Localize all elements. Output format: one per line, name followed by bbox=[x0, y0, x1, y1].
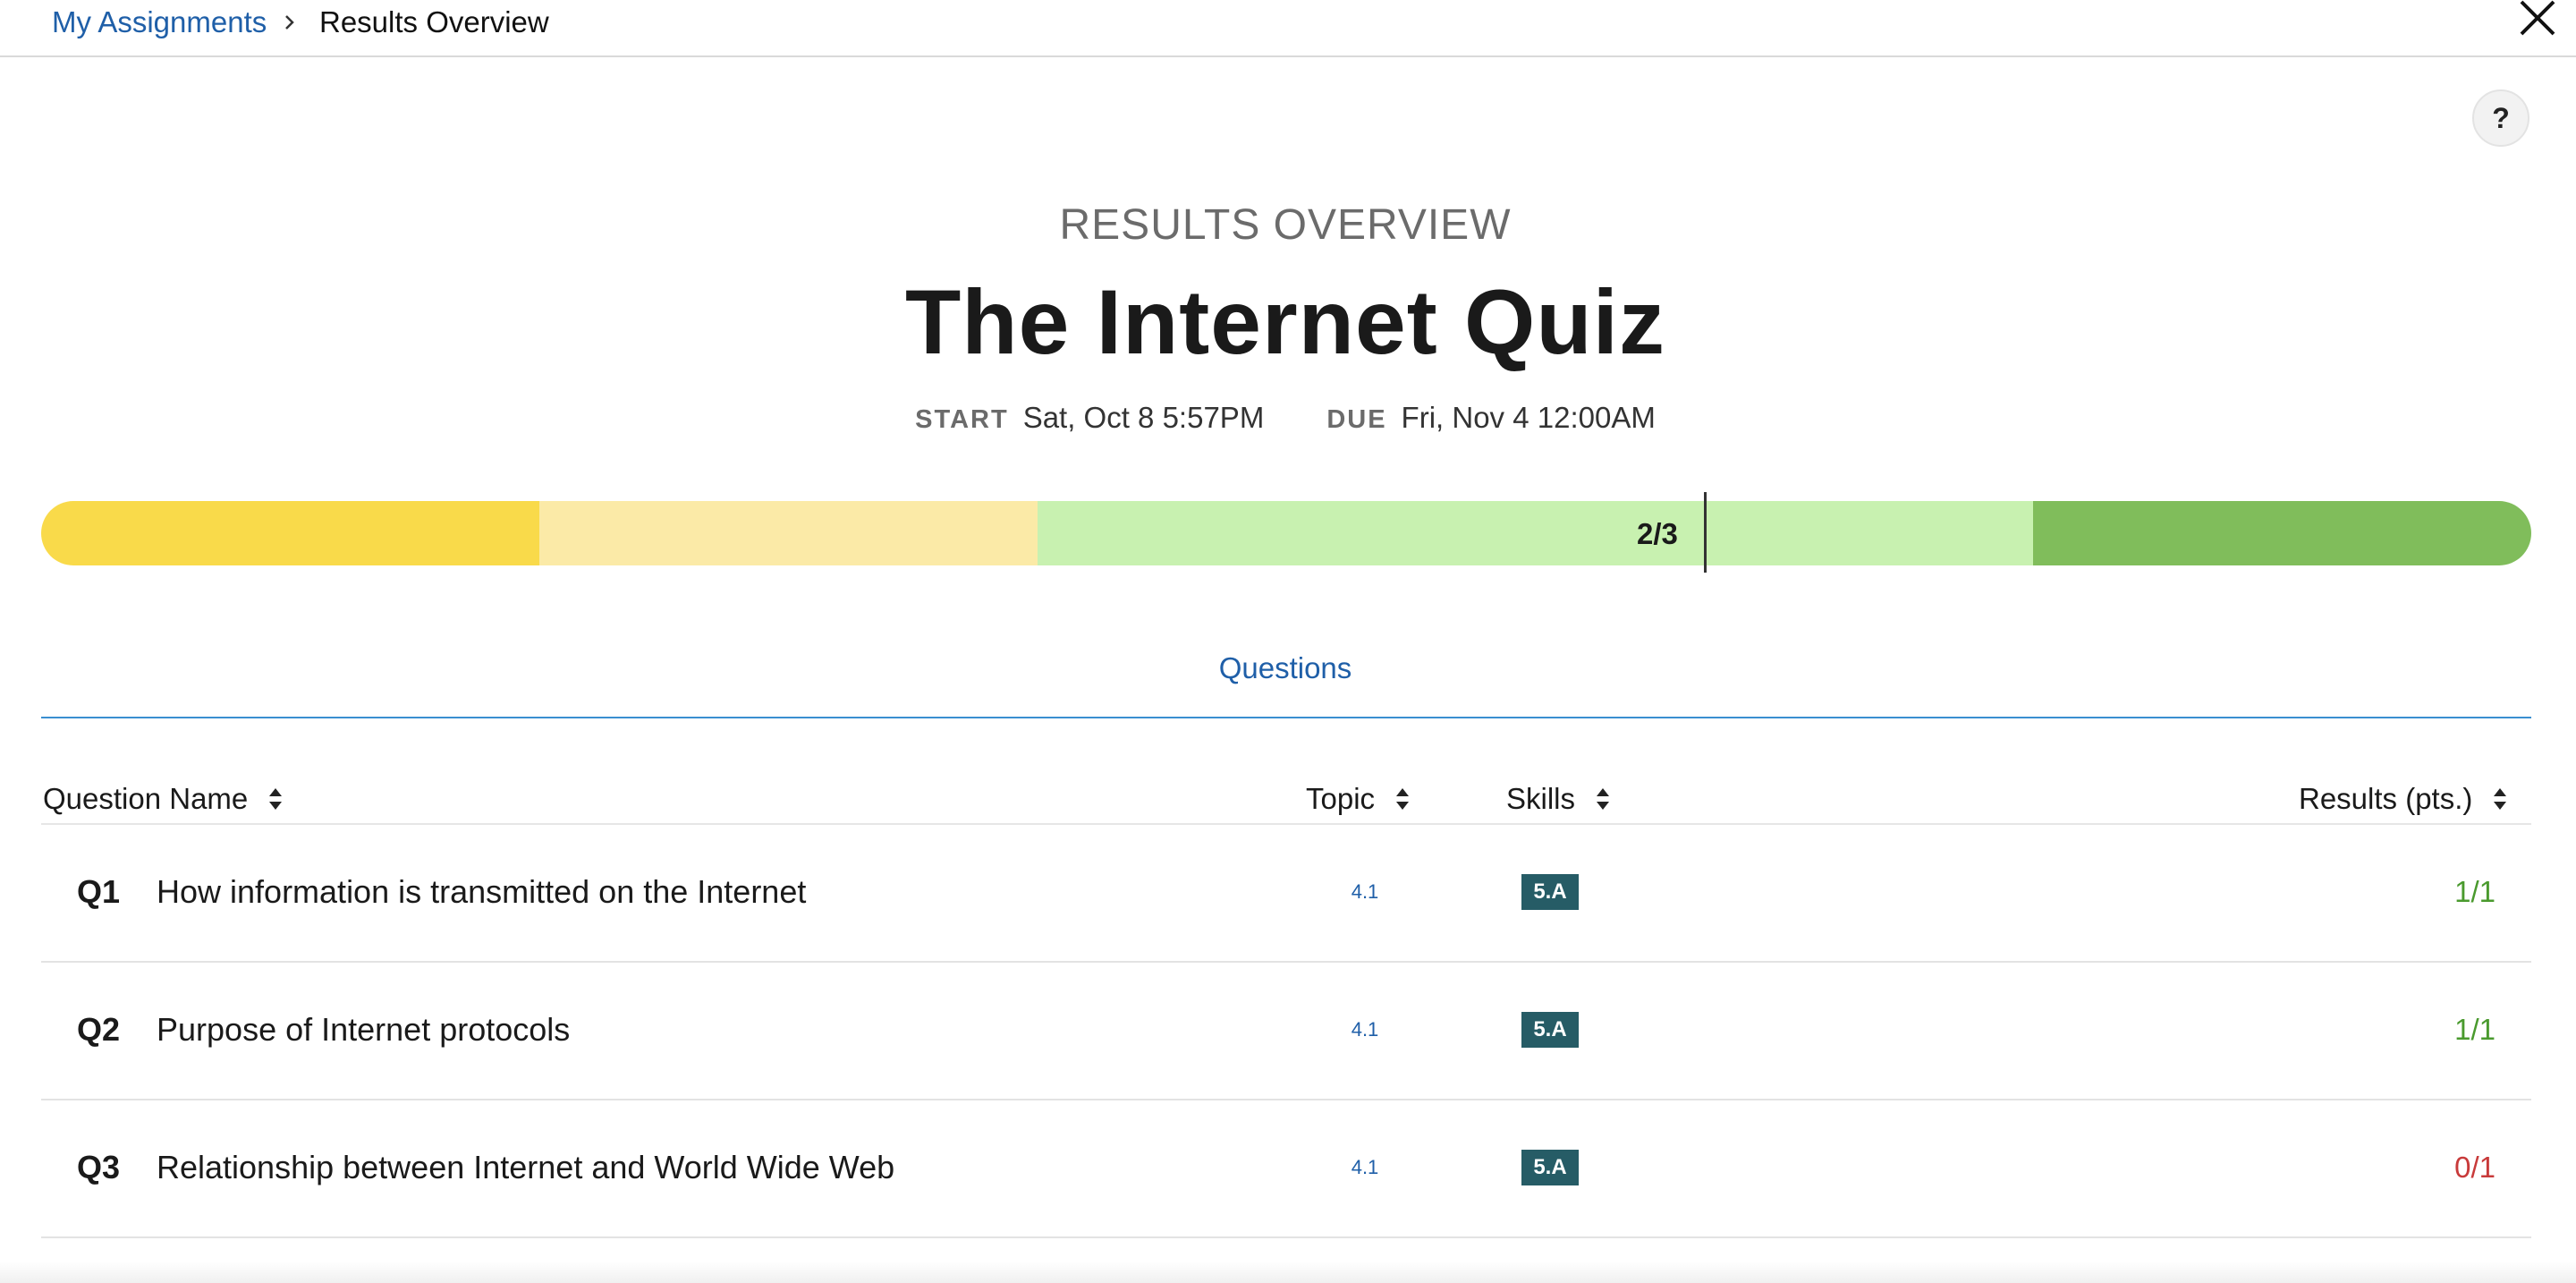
column-header-label: Topic bbox=[1306, 782, 1376, 815]
question-number: Q3 bbox=[77, 1149, 121, 1185]
sort-icon bbox=[2494, 788, 2507, 810]
due-label: DUE bbox=[1326, 405, 1387, 434]
breadcrumb-my-assignments[interactable]: My Assignments bbox=[52, 4, 267, 41]
page-bottom-edge bbox=[0, 1262, 2576, 1283]
result-score: 1/1 bbox=[2454, 1013, 2496, 1046]
question-name[interactable]: How information is transmitted on the In… bbox=[157, 871, 806, 913]
tab-questions[interactable]: Questions bbox=[0, 648, 2571, 689]
sort-icon bbox=[269, 788, 283, 810]
page-overline: RESULTS OVERVIEW bbox=[1059, 201, 1512, 249]
help-button[interactable]: ? bbox=[2472, 89, 2529, 147]
result-score: 1/1 bbox=[2454, 875, 2496, 908]
column-header-label: Results (pts.) bbox=[2299, 782, 2473, 815]
progress-segment bbox=[2033, 501, 2531, 565]
table-row[interactable]: Q2 Purpose of Internet protocols 4.1 5.A… bbox=[41, 963, 2531, 1100]
score-marker bbox=[1704, 492, 1707, 573]
due-date: Fri, Nov 4 12:00AM bbox=[1401, 401, 1656, 434]
skill-badge: 5.A bbox=[1521, 1012, 1579, 1048]
page-title: The Internet Quiz bbox=[904, 271, 1666, 373]
score-label: 2/3 bbox=[1637, 517, 1678, 550]
column-header-label: Question Name bbox=[43, 782, 249, 815]
top-bar: My Assignments Results Overview bbox=[0, 0, 2576, 57]
table-row[interactable]: Q3 Relationship between Internet and Wor… bbox=[41, 1100, 2531, 1238]
column-header-label: Skills bbox=[1506, 782, 1576, 815]
progress-segment bbox=[538, 501, 1038, 565]
skill-badge: 5.A bbox=[1521, 1150, 1579, 1185]
score-progress-bar bbox=[41, 501, 2531, 565]
chevron-right-icon bbox=[285, 15, 294, 30]
progress-segment bbox=[41, 501, 539, 565]
column-header-topic[interactable]: Topic bbox=[1306, 778, 1411, 820]
question-name[interactable]: Relationship between Internet and World … bbox=[157, 1147, 894, 1188]
table-row[interactable]: Q1 How information is transmitted on the… bbox=[41, 825, 2531, 963]
question-number: Q2 bbox=[77, 1011, 121, 1048]
question-number: Q1 bbox=[77, 873, 121, 910]
start-label: START bbox=[915, 405, 1009, 434]
sort-icon bbox=[1597, 788, 1610, 810]
topic-link[interactable]: 4.1 bbox=[1329, 1154, 1401, 1181]
breadcrumb-current: Results Overview bbox=[319, 5, 549, 38]
progress-segment bbox=[1037, 501, 1536, 565]
column-header-results[interactable]: Results (pts.) bbox=[2299, 778, 2508, 820]
start-date: Sat, Oct 8 5:57PM bbox=[1022, 401, 1265, 434]
column-header-question-name[interactable]: Question Name bbox=[43, 778, 284, 820]
assignment-dates: START Sat, Oct 8 5:57PM DUE Fri, Nov 4 12:0… bbox=[0, 397, 2571, 445]
question-name[interactable]: Purpose of Internet protocols bbox=[157, 1009, 570, 1050]
tab-divider bbox=[41, 717, 2531, 718]
progress-segment bbox=[1535, 501, 2034, 565]
skill-badge: 5.A bbox=[1521, 874, 1579, 910]
column-header-skills[interactable]: Skills bbox=[1506, 778, 1611, 820]
topic-link[interactable]: 4.1 bbox=[1329, 1016, 1401, 1043]
sort-icon bbox=[1396, 788, 1410, 810]
result-score: 0/1 bbox=[2454, 1151, 2496, 1184]
close-icon[interactable] bbox=[2515, 0, 2560, 39]
topic-link[interactable]: 4.1 bbox=[1329, 879, 1401, 905]
